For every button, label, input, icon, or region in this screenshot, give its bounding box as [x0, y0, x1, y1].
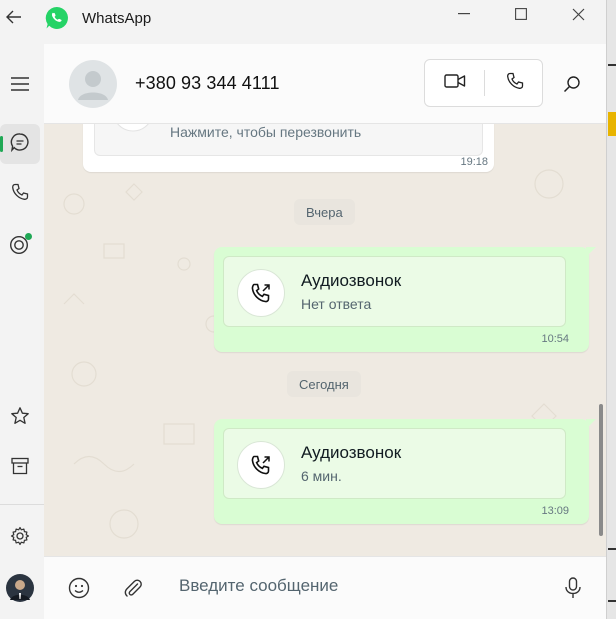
call-button-group [424, 59, 543, 107]
hamburger-menu-icon[interactable] [0, 64, 40, 104]
archive-icon [11, 457, 29, 480]
composer-bar: Введите сообщение [44, 556, 606, 619]
message-time: 13:09 [541, 505, 569, 517]
message-time: 10:54 [541, 333, 569, 345]
message-time: 19:18 [460, 156, 488, 168]
bubble-tail [586, 247, 596, 257]
contact-name[interactable]: +380 93 344 4111 [135, 73, 280, 94]
message-outgoing[interactable]: Аудиозвонок Нет ответа 10:54 [214, 247, 596, 352]
search-icon[interactable] [560, 72, 584, 96]
call-duration: 6 мин. [301, 468, 342, 484]
paperclip-icon[interactable] [120, 575, 146, 601]
back-arrow-icon[interactable] [4, 6, 24, 28]
voice-call-button[interactable] [485, 60, 544, 106]
minimize-icon[interactable] [454, 4, 474, 24]
message-input[interactable]: Введите сообщение [179, 576, 338, 596]
nav-status[interactable] [0, 224, 40, 264]
outgoing-call-icon [237, 441, 285, 489]
nav-chats[interactable] [0, 124, 40, 164]
phone-icon [506, 72, 524, 95]
nav-rail [0, 44, 44, 619]
emoji-icon[interactable] [66, 575, 92, 601]
date-divider: Вчера [294, 199, 355, 225]
message-outgoing[interactable]: Аудиозвонок 6 мин. 13:09 [214, 419, 596, 524]
star-icon [10, 406, 30, 431]
chat-bubble-icon [10, 132, 30, 157]
rail-divider [0, 504, 44, 505]
outgoing-call-icon [237, 269, 285, 317]
chat-header: +380 93 344 4111 [44, 44, 606, 124]
missed-call-card[interactable]: Нажмите, чтобы перезвонить [94, 124, 483, 156]
video-call-button[interactable] [425, 60, 484, 106]
call-title: Аудиозвонок [301, 443, 402, 462]
scrollbar-thumb[interactable] [599, 404, 603, 536]
bubble-tail [586, 419, 596, 429]
call-title: Аудиозвонок [301, 271, 402, 290]
app-title: WhatsApp [82, 10, 152, 27]
nav-archived[interactable] [0, 448, 40, 488]
active-indicator [0, 136, 3, 152]
callback-hint: Нажмите, чтобы перезвонить [170, 124, 362, 140]
video-camera-icon [443, 73, 466, 94]
status-ring-icon [9, 233, 32, 255]
nav-calls[interactable] [0, 174, 40, 214]
nav-starred[interactable] [0, 398, 40, 438]
call-card[interactable]: Аудиозвонок Нет ответа [223, 256, 566, 327]
background-window-edge [606, 0, 616, 619]
title-bar: WhatsApp [0, 0, 606, 44]
profile-avatar[interactable] [0, 568, 40, 608]
date-divider: Сегодня [287, 371, 361, 397]
call-status: Нет ответа [301, 296, 372, 312]
whatsapp-logo-icon [44, 5, 70, 31]
missed-call-icon [109, 124, 149, 133]
message-incoming[interactable]: Нажмите, чтобы перезвонить 19:18 [83, 124, 494, 172]
message-list[interactable]: Нажмите, чтобы перезвонить 19:18 Вчера А… [44, 124, 606, 556]
microphone-icon[interactable] [560, 575, 586, 601]
nav-settings[interactable] [0, 518, 40, 558]
close-icon[interactable] [568, 4, 588, 24]
status-unread-dot [25, 233, 32, 240]
phone-icon [11, 183, 29, 206]
maximize-icon[interactable] [511, 4, 531, 24]
gear-icon [10, 526, 30, 551]
contact-avatar[interactable] [69, 60, 117, 108]
call-card[interactable]: Аудиозвонок 6 мин. [223, 428, 566, 499]
